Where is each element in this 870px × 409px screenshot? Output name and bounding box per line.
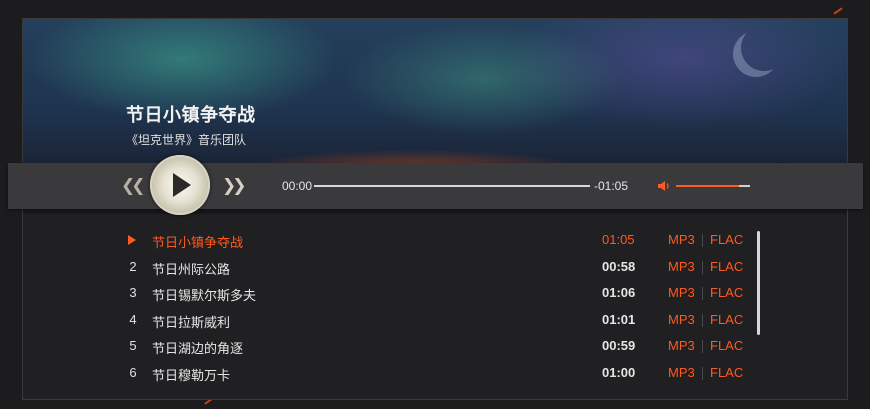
download-flac-link[interactable]: FLAC [710,232,743,247]
download-mp3-link[interactable]: MP3 [668,285,695,300]
playlist-track-title: 节日锡默尔斯多夫 [152,288,257,304]
track-number: 4 [129,311,137,327]
progress-bar[interactable] [314,185,590,187]
download-flac-link[interactable]: FLAC [710,338,743,353]
track-duration: 01:01 [602,311,636,327]
remaining-time: -01:05 [594,179,629,193]
moon-graphic [741,25,787,71]
download-flac-link[interactable]: FLAC [710,365,743,380]
playlist-row[interactable]: 6 节日穆勒万卡 01:00 MP3 FLAC [22,363,848,389]
playlist-track-title: 节日州际公路 [152,261,231,277]
playlist-track-title: 节日拉斯威利 [152,314,231,330]
track-duration: 00:58 [602,258,636,274]
decorative-spark [833,7,843,15]
track-number: 6 [129,365,137,380]
volume-slider[interactable] [676,185,750,187]
track-info: 节日小镇争夺战 《坦克世界》音乐团队 [126,101,256,148]
track-duration: 01:00 [602,365,636,380]
format-divider [702,287,703,301]
playlist-row[interactable]: 4 节日拉斯威利 01:01 MP3 FLAC [22,310,848,336]
format-divider [702,367,703,380]
track-number: 5 [129,338,137,354]
track-duration: 00:59 [602,338,636,354]
track-duration: 01:06 [602,285,636,301]
playlist-track-title: 节日湖边的角逐 [152,341,244,357]
download-mp3-link[interactable]: MP3 [668,232,695,247]
play-icon [173,173,191,197]
download-mp3-link[interactable]: MP3 [668,259,695,274]
play-button[interactable] [150,155,210,215]
playlist-row[interactable]: 节日小镇争夺战 01:05 MP3 FLAC [22,230,848,256]
download-flac-link[interactable]: FLAC [710,285,743,300]
track-number: 2 [129,258,137,274]
download-mp3-link[interactable]: MP3 [668,365,695,380]
download-flac-link[interactable]: FLAC [710,259,743,274]
playlist-row[interactable]: 5 节日湖边的角逐 00:59 MP3 FLAC [22,336,848,362]
download-mp3-link[interactable]: MP3 [668,312,695,327]
track-duration: 01:05 [602,232,635,247]
format-divider [702,234,703,247]
player-controls: ❮❮ ❯❯ 00:00 -01:05 [8,155,863,215]
download-mp3-link[interactable]: MP3 [668,338,695,353]
volume-icon[interactable] [658,180,672,192]
playlist-row[interactable]: 2 节日州际公路 00:58 MP3 FLAC [22,257,848,283]
playlist-track-title: 节日小镇争夺战 [152,235,244,250]
format-divider [702,340,703,354]
playlist-row[interactable]: 3 节日锡默尔斯多夫 01:06 MP3 FLAC [22,283,848,309]
download-flac-link[interactable]: FLAC [710,312,743,327]
rewind-icon[interactable]: ❮❮ [121,177,145,195]
format-divider [702,313,703,327]
track-number: 3 [129,285,137,301]
fast-forward-icon[interactable]: ❯❯ [222,177,246,195]
volume-fill [676,185,739,187]
playlist-scrollbar[interactable] [757,231,760,335]
current-time: 00:00 [282,179,313,193]
track-artist: 《坦克世界》音乐团队 [126,133,247,147]
format-divider [702,260,703,274]
now-playing-icon [128,235,136,245]
playlist-track-title: 节日穆勒万卡 [152,368,231,383]
track-title: 节日小镇争夺战 [126,105,256,125]
